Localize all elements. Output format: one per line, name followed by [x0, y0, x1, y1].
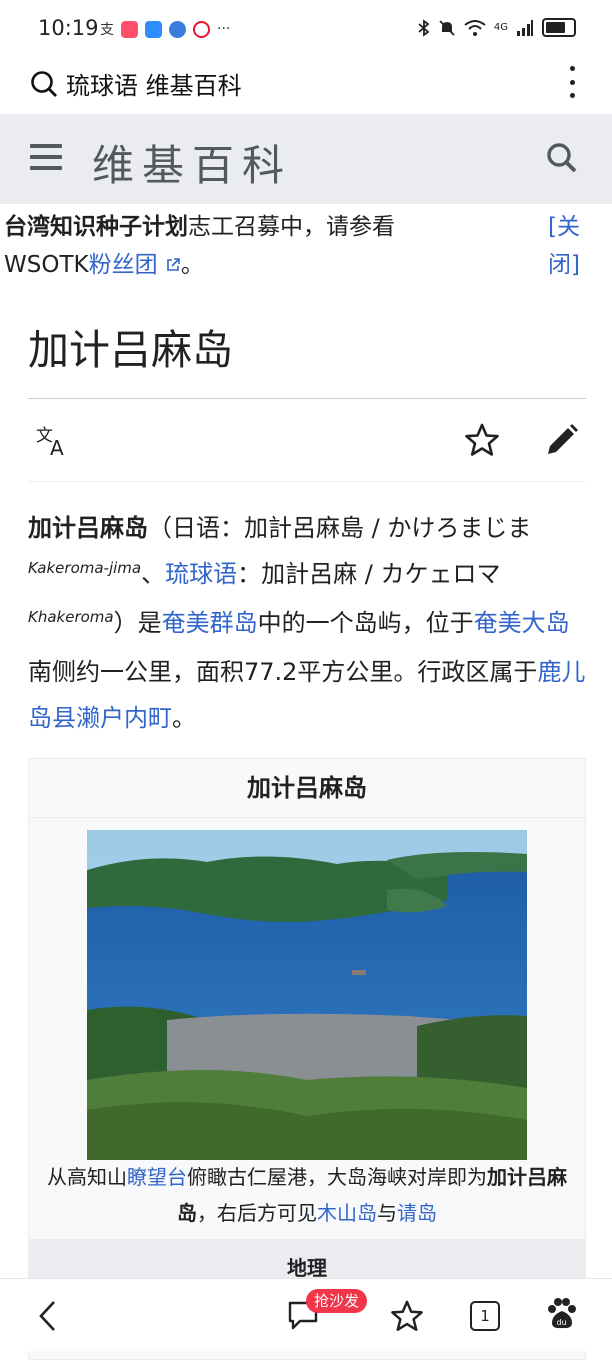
- page-actions: 文 A: [28, 414, 586, 470]
- notice-text: 志工召募中，请参看: [188, 214, 395, 240]
- bluetooth-icon: [418, 18, 430, 37]
- status-indicators: 4G: [418, 18, 576, 37]
- amami-oshima-link[interactable]: 奄美大岛: [474, 609, 570, 637]
- notice-prefix: WSOTK: [4, 252, 89, 278]
- weibo-icon: [193, 20, 210, 38]
- browser-bottom-nav: 抢沙发 1 du: [0, 1278, 612, 1351]
- caption-text-a: 从高知山: [47, 1165, 127, 1189]
- wiki-search-icon[interactable]: [546, 142, 578, 174]
- title-divider: [28, 398, 586, 399]
- network-type: 4G: [493, 22, 508, 33]
- fanpage-link[interactable]: 粉丝团: [89, 252, 158, 278]
- app-icon-red: [121, 20, 138, 38]
- ryukyuan-romanization: Khakeroma: [28, 608, 114, 626]
- status-bar: 10:19 支 ··· 4G: [0, 0, 612, 56]
- signal-icon: [517, 19, 533, 36]
- menu-icon[interactable]: [30, 144, 62, 170]
- kiyama-island-link[interactable]: 木山岛: [317, 1201, 377, 1225]
- status-time: 10:19: [38, 16, 99, 40]
- japanese-romanization: Kakeroma-jima: [28, 559, 142, 577]
- actions-divider: [28, 481, 586, 482]
- more-notifications-icon: ···: [217, 21, 231, 37]
- message-app-icon: [145, 20, 162, 38]
- back-icon[interactable]: [36, 1299, 60, 1333]
- lead-text-1: （日语：加計呂麻島 / かけろまじま: [148, 514, 532, 542]
- bookmark-star-icon[interactable]: [390, 1299, 424, 1333]
- observatory-link[interactable]: 瞭望台: [127, 1165, 187, 1189]
- status-app-icons: 支 ···: [100, 19, 230, 39]
- baidu-paw-icon[interactable]: du: [546, 1297, 578, 1331]
- lead-text-3: ）是: [113, 609, 162, 637]
- lead-text-4: 中的一个岛屿，位于: [257, 609, 474, 637]
- search-icon[interactable]: [30, 70, 58, 98]
- lead-text-5: 南侧约一公里，面积77.2平方公里。行政区属于: [28, 658, 538, 686]
- wiki-header: 维基百科: [0, 114, 612, 204]
- svg-text:A: A: [50, 436, 64, 458]
- lead-sep: 、: [141, 560, 166, 588]
- tabs-button[interactable]: 1: [470, 1301, 500, 1331]
- watch-star-icon[interactable]: [464, 422, 500, 458]
- browser-app-icon: [169, 20, 186, 38]
- photo-caption: 从高知山瞭望台俯瞰古仁屋港，大岛海峡对岸即为加计吕麻岛，右后方可见木山岛与请岛: [41, 1159, 573, 1231]
- comment-badge: 抢沙发: [306, 1289, 368, 1313]
- lead-name: 加计吕麻岛: [28, 514, 148, 542]
- site-notice: 台湾知识种子计划志工召募中，请参看 WSOTK粉丝团 。: [4, 208, 534, 284]
- infobox: 加计吕麻岛 从高知山瞭望台俯瞰古仁屋港，大岛海峡对岸即为加计吕麻岛，右后方可见木…: [28, 758, 586, 1360]
- page-title: 加计吕麻岛: [28, 326, 233, 374]
- caption-text-c: ，右后方可见: [197, 1201, 317, 1225]
- search-query-text[interactable]: 琉球语 维基百科: [66, 66, 242, 101]
- language-icon[interactable]: 文 A: [34, 424, 72, 458]
- infobox-title: 加计吕麻岛: [29, 759, 585, 818]
- close-bracket-end: ]: [571, 252, 580, 278]
- close-bracket-open: [: [548, 214, 557, 240]
- alipay-icon: 支: [100, 22, 114, 38]
- lead-text-2: ：加計呂麻 / カケェロマ: [237, 560, 501, 588]
- battery-icon: [542, 18, 576, 37]
- caption-text-d: 与: [377, 1201, 397, 1225]
- wiki-logo[interactable]: 维基百科: [92, 132, 292, 193]
- external-link-icon: [167, 258, 180, 271]
- island-photo-drawing: [87, 830, 527, 1160]
- amami-islands-link[interactable]: 奄美群岛: [162, 609, 258, 637]
- mute-bell-icon: [439, 19, 455, 36]
- more-options-icon[interactable]: [562, 66, 582, 98]
- notice-bold: 台湾知识种子计划: [4, 214, 188, 240]
- wifi-icon: [464, 19, 486, 36]
- caption-text-b: 俯瞰古仁屋港，大岛海峡对岸即为: [187, 1165, 487, 1189]
- notice-close-button[interactable]: [关闭]: [548, 208, 588, 284]
- lead-paragraph: 加计吕麻岛（日语：加計呂麻島 / かけろまじま Kakeroma-jima、琉球…: [28, 505, 588, 741]
- ryukyuan-link[interactable]: 琉球语: [165, 560, 237, 588]
- lead-text-6: 。: [172, 704, 196, 732]
- uke-island-link[interactable]: 请岛: [397, 1201, 437, 1225]
- island-photo[interactable]: [87, 830, 527, 1160]
- notice-suffix: 。: [180, 252, 204, 278]
- svg-text:du: du: [557, 1318, 567, 1327]
- edit-pencil-icon[interactable]: [544, 422, 580, 458]
